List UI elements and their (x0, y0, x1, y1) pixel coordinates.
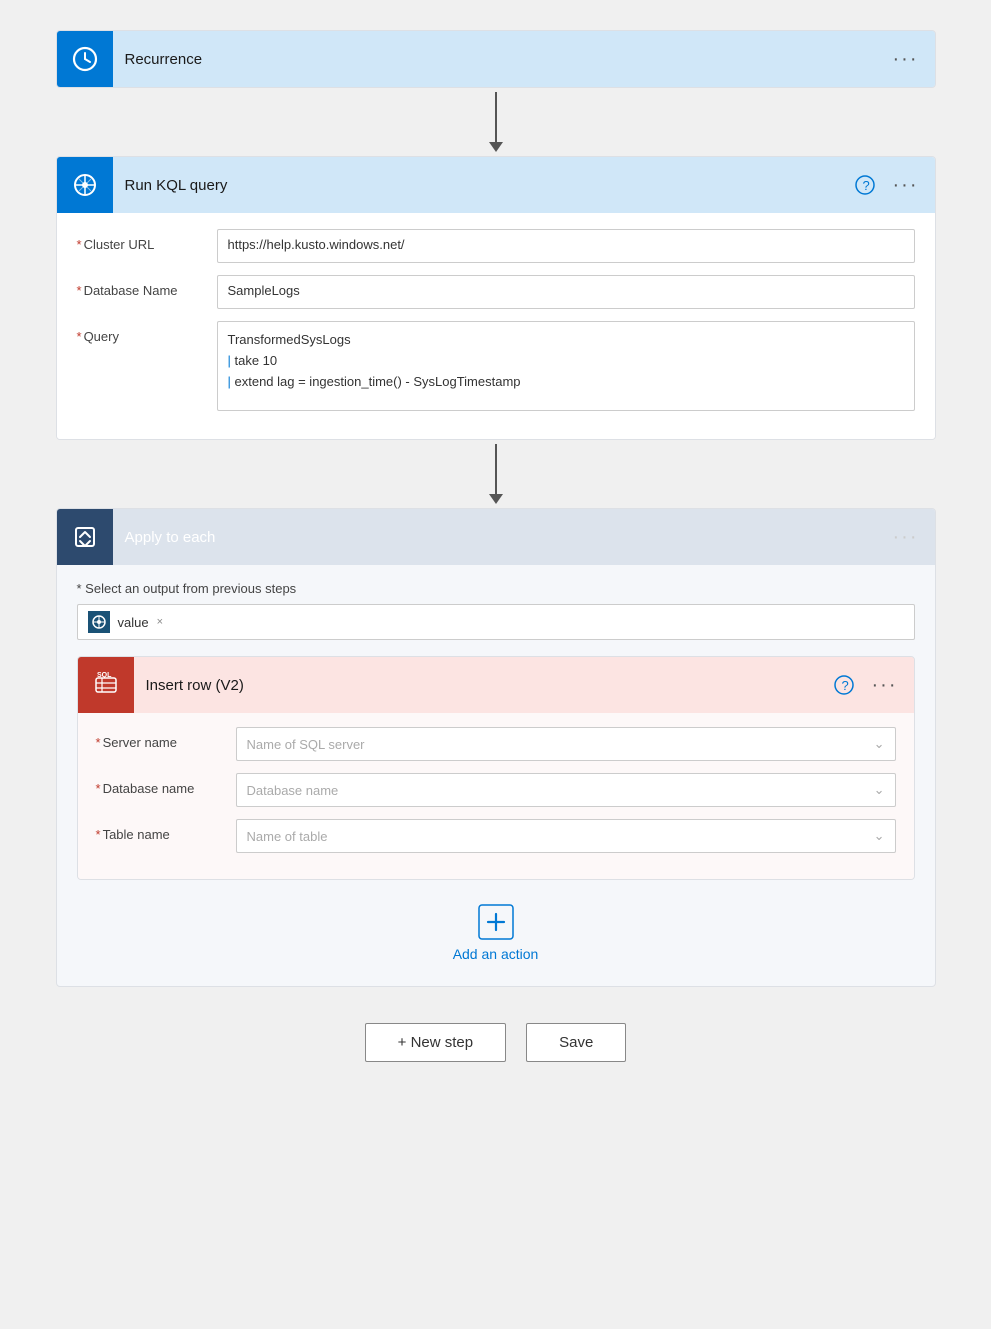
database-name-required: * (77, 283, 82, 298)
database-name-input[interactable]: SampleLogs (217, 275, 915, 309)
apply-to-each-actions: ··· (889, 522, 935, 553)
arrow-line-2 (495, 444, 497, 494)
kql-icon-container (57, 157, 113, 213)
kql-small-icon (91, 614, 107, 630)
apply-to-each-body: * Select an output from previous steps v… (57, 565, 935, 986)
apply-to-each-title: Apply to each (113, 529, 889, 546)
add-action-button[interactable]: Add an action (453, 904, 539, 962)
kql-icon (71, 171, 99, 199)
server-name-placeholder: Name of SQL server (247, 737, 365, 752)
run-kql-body: *Cluster URL https://help.kusto.windows.… (57, 213, 935, 439)
value-tag-row[interactable]: value × (77, 604, 915, 640)
insert-row-actions: ? ··· (830, 670, 914, 701)
svg-text:?: ? (841, 678, 848, 693)
value-tag-text: value (118, 615, 149, 630)
run-kql-more-button[interactable]: ··· (889, 170, 923, 201)
recurrence-card: Recurrence ··· (56, 30, 936, 88)
sql-icon-container: SQL (78, 657, 134, 713)
loop-icon (71, 523, 99, 551)
apply-to-each-more-button[interactable]: ··· (889, 522, 923, 553)
run-kql-actions: ? ··· (851, 170, 935, 201)
save-button[interactable]: Save (526, 1023, 626, 1062)
add-action-label: Add an action (453, 946, 539, 962)
new-step-button[interactable]: + New step (365, 1023, 506, 1062)
svg-text:?: ? (862, 178, 869, 193)
arrow-head-1 (489, 142, 503, 152)
insert-help-icon: ? (834, 675, 854, 695)
value-tag-icon (88, 611, 110, 633)
server-name-label: *Server name (96, 727, 236, 750)
query-label: *Query (77, 321, 217, 344)
cluster-url-row: *Cluster URL https://help.kusto.windows.… (77, 229, 915, 263)
db-name-row: *Database name Database name ⌄ (96, 773, 896, 807)
insert-row-body: *Server name Name of SQL server ⌄ *Datab… (78, 713, 914, 879)
query-line-1: TransformedSysLogs (228, 330, 904, 351)
db-name-chevron: ⌄ (874, 782, 885, 798)
run-kql-title: Run KQL query (113, 177, 851, 194)
recurrence-header: Recurrence ··· (57, 31, 935, 87)
arrow-connector-1 (489, 92, 503, 152)
db-name-label: *Database name (96, 773, 236, 796)
recurrence-title: Recurrence (113, 51, 889, 68)
apply-to-each-header: Apply to each ··· (57, 509, 935, 565)
db-name-placeholder: Database name (247, 783, 339, 798)
query-line-2: | take 10 (228, 351, 904, 372)
value-tag-close-button[interactable]: × (157, 616, 163, 628)
database-name-row: *Database Name SampleLogs (77, 275, 915, 309)
recurrence-icon-container (57, 31, 113, 87)
server-name-chevron: ⌄ (874, 736, 885, 752)
help-icon: ? (855, 175, 875, 195)
table-name-label: *Table name (96, 819, 236, 842)
table-name-chevron: ⌄ (874, 828, 885, 844)
cluster-url-label: *Cluster URL (77, 229, 217, 252)
select-output-label: * Select an output from previous steps (77, 581, 915, 596)
table-name-dropdown[interactable]: Name of table ⌄ (236, 819, 896, 853)
cluster-url-required: * (77, 237, 82, 252)
run-kql-card: Run KQL query ? ··· *Cluster URL (56, 156, 936, 440)
server-name-dropdown[interactable]: Name of SQL server ⌄ (236, 727, 896, 761)
bottom-buttons: + New step Save (365, 1023, 627, 1062)
run-kql-header: Run KQL query ? ··· (57, 157, 935, 213)
arrow-connector-2 (489, 444, 503, 504)
recurrence-more-button[interactable]: ··· (889, 44, 923, 75)
apply-to-each-container: Apply to each ··· * Select an output fro… (56, 508, 936, 987)
query-line-3: | extend lag = ingestion_time() - SysLog… (228, 372, 904, 393)
insert-row-more-button[interactable]: ··· (868, 670, 902, 701)
run-kql-help-button[interactable]: ? (851, 171, 879, 199)
db-name-dropdown[interactable]: Database name ⌄ (236, 773, 896, 807)
database-name-label: *Database Name (77, 275, 217, 298)
svg-text:SQL: SQL (97, 672, 112, 679)
arrow-line-1 (495, 92, 497, 142)
insert-row-card: SQL Insert row (V2) ? ··· (77, 656, 915, 880)
insert-row-header: SQL Insert row (V2) ? ··· (78, 657, 914, 713)
clock-icon (71, 45, 99, 73)
sql-icon: SQL (92, 671, 120, 699)
table-name-placeholder: Name of table (247, 829, 328, 844)
add-action-area: Add an action (77, 904, 915, 962)
insert-row-title: Insert row (V2) (134, 677, 830, 694)
insert-row-help-button[interactable]: ? (830, 671, 858, 699)
table-name-row: *Table name Name of table ⌄ (96, 819, 896, 853)
cluster-url-input[interactable]: https://help.kusto.windows.net/ (217, 229, 915, 263)
loop-icon-container (57, 509, 113, 565)
arrow-head-2 (489, 494, 503, 504)
server-name-row: *Server name Name of SQL server ⌄ (96, 727, 896, 761)
query-input[interactable]: TransformedSysLogs | take 10 | extend la… (217, 321, 915, 411)
add-action-icon (478, 904, 514, 940)
recurrence-actions: ··· (889, 44, 935, 75)
query-required: * (77, 329, 82, 344)
query-row: *Query TransformedSysLogs | take 10 | ex… (77, 321, 915, 411)
